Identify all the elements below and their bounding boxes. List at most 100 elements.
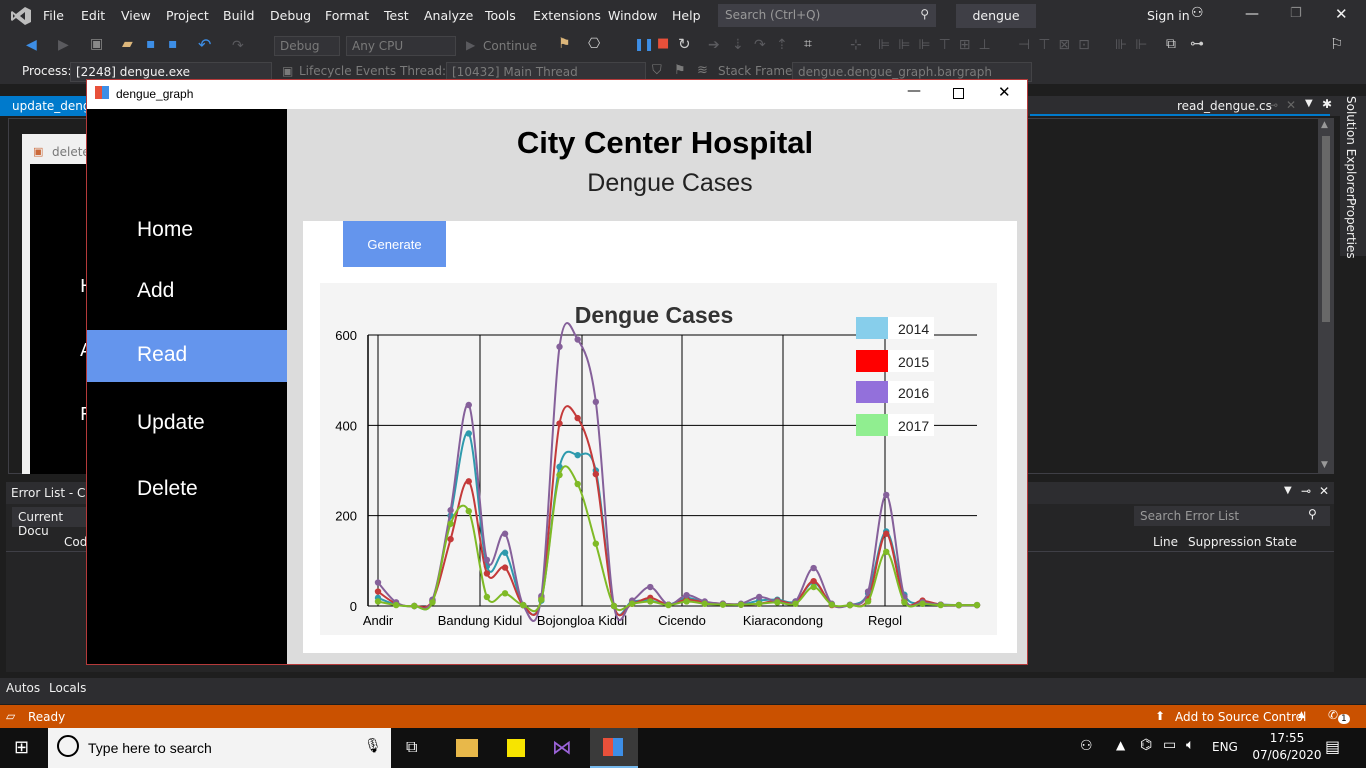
window-close-icon[interactable]: ✕ [998,83,1011,101]
properties-tab[interactable]: Properties [1344,198,1358,259]
hex-icon[interactable]: ⌗ [804,36,812,52]
tab-pin-icon[interactable]: ⊸ [1268,98,1278,112]
menu-extensions[interactable]: Extensions [533,8,601,23]
add-to-source-control[interactable]: Add to Source Control [1175,710,1306,724]
tray-overflow-icon[interactable]: ▲ [1116,738,1125,752]
locals-tab[interactable]: Locals [49,681,86,695]
error-search-input[interactable]: Search Error List [1134,506,1330,526]
restore-icon[interactable]: ❐ [1290,6,1302,21]
notification-icon[interactable]: ✆ [1328,708,1338,722]
dengue-app-taskbar-button[interactable] [590,728,638,768]
window-maximize-icon[interactable] [953,88,964,99]
error-search-icon[interactable]: ⚲ [1308,507,1317,521]
visual-studio-taskbar-icon[interactable]: ⋈ [552,735,572,759]
save-all-icon[interactable]: ▪ [168,36,178,52]
network-icon[interactable]: ⌬ [1140,737,1152,753]
show-next-statement-icon[interactable]: ➔ [708,37,720,53]
menu-edit[interactable]: Edit [81,8,105,23]
taskbar-search-box[interactable]: Type here to search 🎙︎ [48,728,391,768]
menu-file[interactable]: File [43,8,64,23]
menu-format[interactable]: Format [325,8,369,23]
menu-view[interactable]: View [121,8,151,23]
menu-project[interactable]: Project [166,8,209,23]
format-icon[interactable]: ⊶ [1190,36,1204,52]
nav-add[interactable]: Add [87,266,287,318]
solution-explorer-tab[interactable]: Solution Explorer [1344,96,1358,199]
sign-in-link[interactable]: Sign in [1147,8,1190,23]
column-suppression-state[interactable]: Suppression State [1188,535,1297,549]
menu-help[interactable]: Help [672,8,701,23]
designer-scrollbar[interactable]: ▲ ▼ [1318,118,1334,474]
column-line[interactable]: Line [1153,535,1178,549]
back-icon[interactable]: ◀ [26,37,37,53]
input-language[interactable]: ENG [1212,740,1238,754]
menu-build[interactable]: Build [223,8,254,23]
file-explorer-icon[interactable] [456,739,478,757]
nav-update[interactable]: Update [87,398,287,450]
panel-close-icon[interactable]: ✕ [1319,484,1329,498]
lifecycle-events-button[interactable]: Lifecycle Events [299,64,396,78]
sticky-notes-icon[interactable] [507,739,525,757]
new-project-icon[interactable]: ▣ [90,36,103,52]
breakpoint-icon[interactable]: ⊹ [850,37,862,53]
source-control-dropdown-icon[interactable]: ▲ [1298,710,1305,720]
windows-start-icon[interactable]: ⊞ [14,737,29,758]
step-into-icon[interactable]: ⇣ [732,37,744,53]
clock-time[interactable]: 17:55 [1262,731,1312,745]
tab-read-dengue[interactable]: read_dengue.cs [1177,99,1272,113]
threads-icon[interactable]: ≋ [697,63,708,78]
step-out-icon[interactable]: ⇡ [776,37,788,53]
error-scope-dropdown[interactable]: Current Docu [12,507,92,538]
close-icon[interactable]: ✕ [1335,5,1348,23]
undo-icon[interactable]: ↶ [198,35,211,54]
autos-tab[interactable]: Autos [6,681,40,695]
scroll-up-icon[interactable]: ▲ [1321,120,1328,130]
pause-icon[interactable]: ❚❚ [634,37,654,51]
microphone-icon[interactable]: 🎙︎ [364,738,382,754]
volume-icon[interactable]: 🔈︎ [1186,737,1194,753]
flag-filter-icon[interactable]: ⚑ [674,63,686,78]
people-icon[interactable]: ⚇ [1080,738,1093,754]
open-file-icon[interactable]: ▰ [122,36,133,52]
battery-icon[interactable]: ▭ [1163,737,1176,753]
scroll-thumb[interactable] [1322,136,1330,322]
tab-close-icon[interactable]: ✕ [1286,98,1296,112]
menu-test[interactable]: Test [384,8,409,23]
spacing-tools-icon[interactable]: ⊣⊤⊠⊡ [1018,37,1098,53]
menu-tools[interactable]: Tools [485,8,516,23]
settings-icon[interactable]: ✱ [1322,97,1332,111]
configuration-dropdown[interactable]: Debug [274,36,340,56]
platform-dropdown[interactable]: Any CPU [346,36,456,56]
tab-update-dengue[interactable]: update_dengu [0,96,98,116]
redo-icon[interactable]: ↷ [232,35,244,54]
forward-icon[interactable]: ▶ [58,37,69,53]
nav-read[interactable]: Read [87,330,287,382]
filter-icon[interactable]: ⛉ [652,63,662,78]
tab-dropdown-icon[interactable]: ▼ [1305,98,1313,109]
stop-icon[interactable]: ■ [657,36,669,51]
align-tools-icon[interactable]: ⊫⊫⊫⊤⊞⊥ [878,37,999,53]
save-icon[interactable]: ▪ [146,36,156,52]
generate-button[interactable]: Generate [343,221,446,267]
center-tools-icon[interactable]: ⊪⊩ [1115,37,1155,53]
nav-delete[interactable]: Delete [87,464,287,516]
search-input[interactable]: Search (Ctrl+Q) ⚲ [718,4,936,27]
minimize-icon[interactable]: — [1245,6,1259,22]
attach-icon[interactable]: ⚑ [558,36,571,52]
task-view-icon[interactable]: ⧉ [406,737,417,757]
restart-icon[interactable]: ↻ [678,35,691,53]
hot-reload-icon[interactable]: ⎔ [588,36,600,52]
continue-button[interactable]: Continue [483,39,537,53]
tab-order-icon[interactable]: ⧉ [1166,36,1176,52]
account-icon[interactable]: ⚇ [1191,5,1204,21]
action-center-icon[interactable]: ▤ [1325,737,1340,756]
live-share-icon[interactable]: ⚐ [1330,35,1343,53]
scroll-down-icon[interactable]: ▼ [1321,460,1328,470]
menu-debug[interactable]: Debug [270,8,311,23]
panel-pin-icon[interactable]: ⊸ [1301,484,1311,498]
menu-window[interactable]: Window [608,8,657,23]
window-minimize-icon[interactable]: — [907,83,921,99]
panel-dropdown-icon[interactable]: ▼ [1284,485,1292,496]
clock-date[interactable]: 07/06/2020 [1252,748,1322,762]
menu-analyze[interactable]: Analyze [424,8,473,23]
